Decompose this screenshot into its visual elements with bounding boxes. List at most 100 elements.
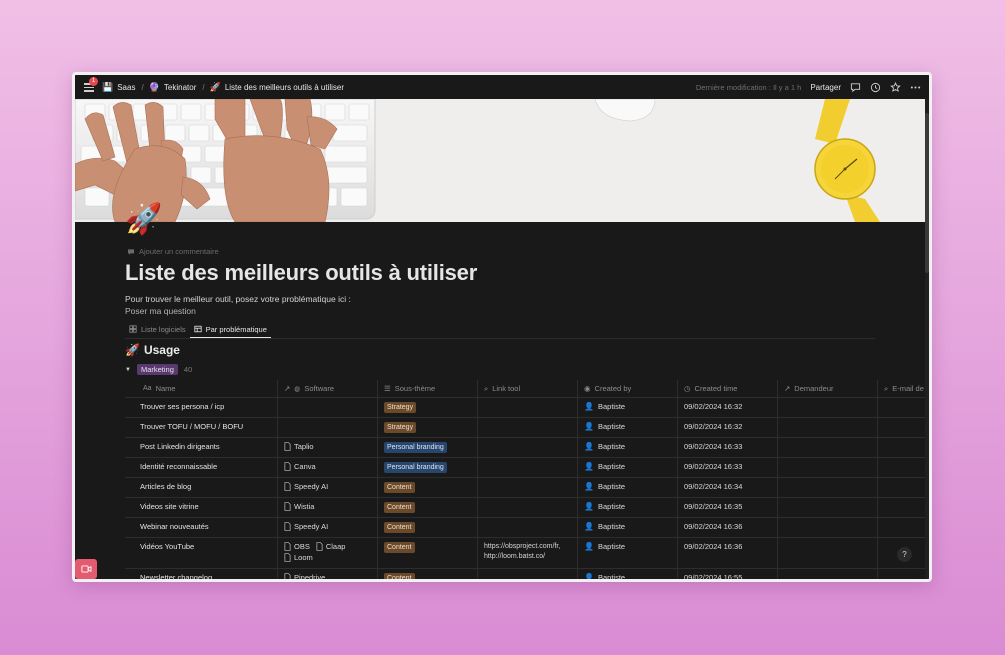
- row-created-time-cell[interactable]: 09/02/2024 16:33: [678, 438, 778, 457]
- column-header-created-time[interactable]: ◷ Created time: [678, 380, 778, 397]
- row-created-time-cell[interactable]: 09/02/2024 16:36: [678, 538, 778, 568]
- row-sous-theme-cell[interactable]: Personal branding: [378, 438, 478, 457]
- table-row[interactable]: Vidéos YouTube OBS Claap Loom Content https:/…: [125, 538, 925, 569]
- software-page-link[interactable]: Claap: [316, 542, 345, 551]
- row-email-cell[interactable]: [878, 569, 925, 579]
- row-link-cell[interactable]: [478, 418, 578, 437]
- row-name-cell[interactable]: Webinar nouveautés: [125, 518, 278, 537]
- row-name-cell[interactable]: Identité reconnaissable: [125, 458, 278, 477]
- scrollbar-thumb[interactable]: [925, 113, 929, 273]
- software-page-link[interactable]: Loom: [284, 553, 313, 562]
- row-created-time-cell[interactable]: 09/02/2024 16:32: [678, 398, 778, 417]
- row-name-cell[interactable]: Newsletter changelog: [125, 569, 278, 579]
- column-header-email[interactable]: ⌕ E-mail de: [878, 380, 925, 397]
- row-demandeur-cell[interactable]: [778, 418, 878, 437]
- scrollbar[interactable]: [925, 99, 929, 579]
- row-created-by-cell[interactable]: 👤 Baptiste: [578, 398, 678, 417]
- breadcrumb-tekinator[interactable]: 🔮 Tekinator: [149, 82, 197, 93]
- comments-icon[interactable]: [850, 82, 861, 93]
- link-url[interactable]: http://loom.batst.co/: [484, 552, 571, 562]
- row-created-time-cell[interactable]: 09/02/2024 16:35: [678, 498, 778, 517]
- row-email-cell[interactable]: [878, 478, 925, 497]
- row-demandeur-cell[interactable]: [778, 538, 878, 568]
- table-row[interactable]: Trouver TOFU / MOFU / BOFU Strategy 👤 Bapti…: [125, 418, 925, 438]
- column-header-demandeur[interactable]: ↗ Demandeur: [778, 380, 878, 397]
- row-demandeur-cell[interactable]: [778, 458, 878, 477]
- row-created-time-cell[interactable]: 09/02/2024 16:33: [678, 458, 778, 477]
- column-header-sous-theme[interactable]: ☰ Sous-thème: [378, 380, 478, 397]
- sidebar-menu-icon[interactable]: 1: [84, 77, 98, 92]
- record-video-button[interactable]: [75, 559, 97, 579]
- table-row[interactable]: Articles de blog Speedy AI Content 👤 Baptist…: [125, 478, 925, 498]
- table-row[interactable]: Post Linkedin dirigeants Taplio Personal b…: [125, 438, 925, 458]
- cover-image[interactable]: [75, 99, 925, 222]
- row-link-cell[interactable]: https://obsproject.com/fr, http://loom.ba…: [478, 538, 578, 568]
- table-row[interactable]: Webinar nouveautés Speedy AI Content 👤 Bapti…: [125, 518, 925, 538]
- row-created-time-cell[interactable]: 09/02/2024 16:55: [678, 569, 778, 579]
- favorite-star-icon[interactable]: [890, 81, 901, 93]
- share-button[interactable]: Partager: [810, 83, 841, 92]
- row-sous-theme-cell[interactable]: Content: [378, 498, 478, 517]
- table-row[interactable]: Identité reconnaissable Canva Personal bra…: [125, 458, 925, 478]
- row-link-cell[interactable]: [478, 498, 578, 517]
- row-sous-theme-cell[interactable]: Strategy: [378, 418, 478, 437]
- row-link-cell[interactable]: [478, 458, 578, 477]
- row-created-by-cell[interactable]: 👤 Baptiste: [578, 498, 678, 517]
- row-email-cell[interactable]: [878, 418, 925, 437]
- row-sous-theme-cell[interactable]: Personal branding: [378, 458, 478, 477]
- row-software-cell[interactable]: Wistia: [278, 498, 378, 517]
- row-software-cell[interactable]: Pipedrive: [278, 569, 378, 579]
- row-sous-theme-cell[interactable]: Content: [378, 518, 478, 537]
- row-sous-theme-cell[interactable]: Content: [378, 569, 478, 579]
- row-created-by-cell[interactable]: 👤 Baptiste: [578, 538, 678, 568]
- row-email-cell[interactable]: [878, 498, 925, 517]
- table-row[interactable]: Newsletter changelog Pipedrive Content 👤 Bap…: [125, 569, 925, 579]
- group-header[interactable]: ▼ Marketing 40: [125, 364, 192, 375]
- row-name-cell[interactable]: Trouver TOFU / MOFU / BOFU: [125, 418, 278, 437]
- breadcrumb-saas[interactable]: 💾 Saas: [102, 82, 135, 93]
- row-link-cell[interactable]: [478, 478, 578, 497]
- row-link-cell[interactable]: [478, 569, 578, 579]
- row-sous-theme-cell[interactable]: Content: [378, 538, 478, 568]
- breadcrumb-current-page[interactable]: 🚀 Liste des meilleurs outils à utiliser: [210, 82, 344, 93]
- row-software-cell[interactable]: Taplio: [278, 438, 378, 457]
- software-page-link[interactable]: Pipedrive: [284, 573, 325, 579]
- software-page-link[interactable]: Canva: [284, 462, 316, 471]
- row-created-by-cell[interactable]: 👤 Baptiste: [578, 418, 678, 437]
- row-created-by-cell[interactable]: 👤 Baptiste: [578, 458, 678, 477]
- row-created-time-cell[interactable]: 09/02/2024 16:34: [678, 478, 778, 497]
- ask-question-link[interactable]: Poser ma question: [125, 306, 196, 316]
- row-created-time-cell[interactable]: 09/02/2024 16:32: [678, 418, 778, 437]
- tab-par-problematique[interactable]: Par problématique: [189, 321, 271, 338]
- row-name-cell[interactable]: Post Linkedin dirigeants: [125, 438, 278, 457]
- row-created-time-cell[interactable]: 09/02/2024 16:36: [678, 518, 778, 537]
- row-link-cell[interactable]: [478, 518, 578, 537]
- more-options-icon[interactable]: [910, 82, 921, 93]
- row-software-cell[interactable]: Speedy AI: [278, 478, 378, 497]
- software-page-link[interactable]: Speedy AI: [284, 522, 328, 531]
- row-demandeur-cell[interactable]: [778, 569, 878, 579]
- row-created-by-cell[interactable]: 👤 Baptiste: [578, 569, 678, 579]
- help-button[interactable]: ?: [897, 547, 912, 562]
- row-email-cell[interactable]: [878, 518, 925, 537]
- row-software-cell[interactable]: Canva: [278, 458, 378, 477]
- row-demandeur-cell[interactable]: [778, 438, 878, 457]
- history-clock-icon[interactable]: [870, 82, 881, 93]
- software-page-link[interactable]: Taplio: [284, 442, 314, 451]
- row-link-cell[interactable]: [478, 398, 578, 417]
- column-header-link-tool[interactable]: ⌕ Link tool: [478, 380, 578, 397]
- table-row[interactable]: Trouver ses persona / icp Strategy 👤 Baptis…: [125, 398, 925, 418]
- collapse-toggle-icon[interactable]: ▼: [125, 367, 131, 373]
- row-created-by-cell[interactable]: 👤 Baptiste: [578, 478, 678, 497]
- row-demandeur-cell[interactable]: [778, 478, 878, 497]
- software-page-link[interactable]: Speedy AI: [284, 482, 328, 491]
- row-software-cell[interactable]: Speedy AI: [278, 518, 378, 537]
- tab-liste-logiciels[interactable]: Liste logiciels: [125, 321, 190, 337]
- link-url[interactable]: https://obsproject.com/fr,: [484, 542, 571, 552]
- row-sous-theme-cell[interactable]: Strategy: [378, 398, 478, 417]
- column-header-created-by[interactable]: ◉ Created by: [578, 380, 678, 397]
- row-software-cell[interactable]: [278, 398, 378, 417]
- row-email-cell[interactable]: [878, 438, 925, 457]
- row-created-by-cell[interactable]: 👤 Baptiste: [578, 438, 678, 457]
- row-sous-theme-cell[interactable]: Content: [378, 478, 478, 497]
